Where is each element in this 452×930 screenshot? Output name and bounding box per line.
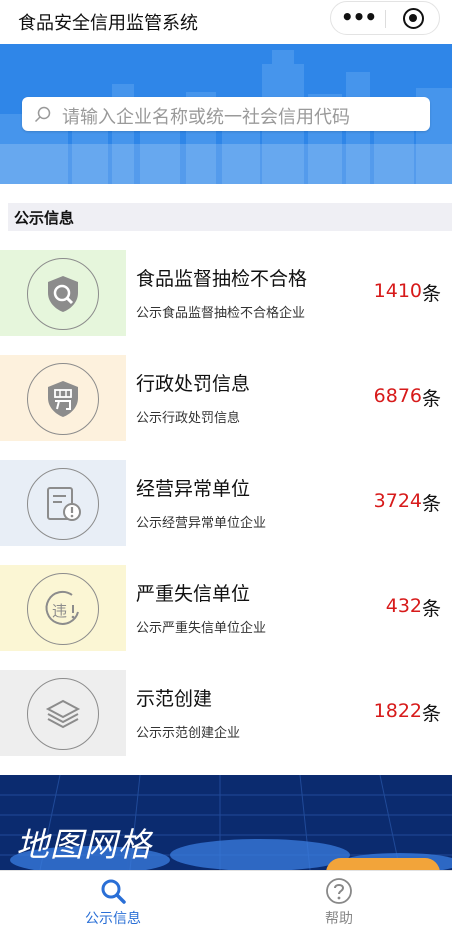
tab-public-info[interactable]: 公示信息: [0, 871, 226, 930]
item-name: 行政处罚信息: [136, 373, 251, 395]
item-unit: 条: [421, 598, 441, 620]
icon-circle: [27, 678, 99, 750]
item-desc: 公示示范创建企业: [136, 726, 241, 741]
layers-icon: [45, 699, 81, 729]
item-count: 3724: [373, 490, 422, 512]
list-item[interactable]: 经营异常单位 公示经营异常单位企业 3724 条: [0, 460, 452, 548]
item-desc: 公示严重失信单位企业: [136, 621, 267, 636]
item-unit: 条: [421, 493, 441, 515]
item-name: 经营异常单位: [136, 478, 251, 500]
map-enter-button[interactable]: [326, 858, 440, 870]
search-input[interactable]: 请输入企业名称或统一社会信用代码: [22, 97, 430, 131]
item-name: 严重失信单位: [136, 583, 251, 605]
item-unit: 条: [421, 283, 441, 305]
item-tile: [0, 355, 126, 441]
item-desc: 公示食品监督抽检不合格企业: [136, 306, 306, 321]
ellipsis-icon[interactable]: •••: [331, 2, 386, 34]
menu-capsule: •••: [330, 1, 440, 35]
list-item[interactable]: 违 严重失信单位 公示严重失信单位企业 432 条: [0, 565, 452, 653]
abnormal-document-icon: [47, 487, 81, 521]
icon-circle: [27, 363, 99, 435]
item-unit: 条: [421, 703, 441, 725]
item-name: 食品监督抽检不合格: [136, 268, 308, 290]
title-bar: 食品安全信用监管系统 •••: [0, 0, 452, 44]
tab-help[interactable]: 帮助: [226, 871, 452, 930]
tab-bar: 公示信息 帮助: [0, 870, 452, 930]
header-banner: 请输入企业名称或统一社会信用代码: [0, 44, 452, 184]
violation-icon: 违: [45, 590, 79, 625]
icon-circle: [27, 468, 99, 540]
map-grid-title: 地图网格: [16, 825, 152, 864]
search-icon: [34, 106, 51, 123]
item-count: 6876: [373, 385, 422, 407]
icon-circle: [27, 258, 99, 330]
item-tile: [0, 670, 126, 756]
map-grid-banner[interactable]: 地图网格: [0, 775, 452, 870]
item-tile: [0, 250, 126, 336]
target-icon[interactable]: [403, 8, 424, 29]
section-title: 公示信息: [14, 209, 75, 227]
item-count: 1822: [373, 700, 422, 722]
capsule-divider: [385, 10, 386, 28]
list-item[interactable]: 行政处罚信息 公示行政处罚信息 6876 条: [0, 355, 452, 443]
item-tile: 违: [0, 565, 126, 651]
list-item[interactable]: 示范创建 公示示范创建企业 1822 条: [0, 670, 452, 758]
item-desc: 公示经营异常单位企业: [136, 516, 267, 531]
item-name: 示范创建: [136, 688, 213, 710]
app-title: 食品安全信用监管系统: [18, 13, 198, 34]
item-unit: 条: [421, 388, 441, 410]
item-tile: [0, 460, 126, 546]
list-item[interactable]: 食品监督抽检不合格 公示食品监督抽检不合格企业 1410 条: [0, 250, 452, 338]
item-count: 432: [385, 595, 422, 617]
help-icon: [326, 878, 352, 904]
penalty-shield-icon: [48, 381, 78, 417]
section-header: 公示信息: [8, 203, 452, 231]
search-placeholder: 请输入企业名称或统一社会信用代码: [62, 107, 350, 128]
item-desc: 公示行政处罚信息: [136, 411, 241, 426]
svg-text:违: 违: [52, 602, 67, 620]
item-count: 1410: [373, 280, 422, 302]
tab-label: 帮助: [325, 911, 353, 927]
tab-label: 公示信息: [85, 911, 141, 927]
icon-circle: 违: [27, 573, 99, 645]
shield-search-icon: [48, 276, 78, 312]
search-icon: [101, 879, 126, 904]
